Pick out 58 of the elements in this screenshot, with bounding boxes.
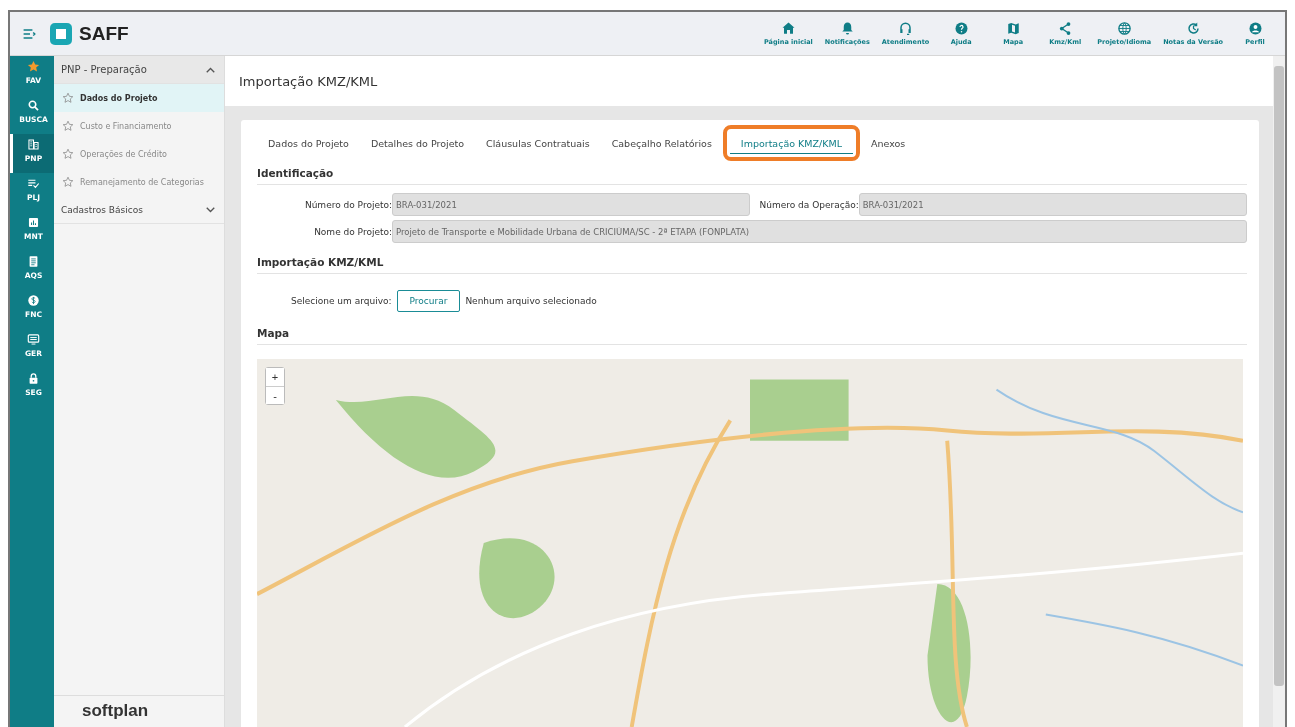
menu-group-header[interactable]: Cadastros Básicos <box>54 196 224 224</box>
company-logo: softplan <box>54 695 224 727</box>
zoom-out-button[interactable]: - <box>266 386 284 404</box>
menu-group-title: Cadastros Básicos <box>61 204 143 215</box>
section-title: Importação KMZ/KML <box>257 247 1247 274</box>
tab[interactable]: Cabeçalho Relatórios <box>600 133 723 153</box>
chevron-down-icon <box>206 206 215 213</box>
history-icon <box>1185 21 1201 36</box>
tab[interactable]: Anexos <box>859 133 917 153</box>
file-status-text: Nenhum arquivo selecionado <box>465 296 597 306</box>
map-icon <box>1005 21 1021 36</box>
star-outline-icon[interactable] <box>62 92 74 104</box>
menu-group-header[interactable]: PNP - Preparação <box>54 56 224 84</box>
field-label: Nome do Projeto: <box>313 226 392 237</box>
menu-group-title: PNP - Preparação <box>61 64 147 75</box>
star-outline-icon[interactable] <box>62 148 74 160</box>
tab[interactable]: Cláusulas Contratuais <box>475 133 601 153</box>
field-label: Selecione um arquivo: <box>291 296 392 306</box>
menu-item[interactable]: Dados do Projeto <box>54 84 224 112</box>
building-icon <box>27 138 40 151</box>
tab[interactable]: Dados do Projeto <box>257 133 360 153</box>
menu-item[interactable]: Remanejamento de Categorias <box>54 168 224 196</box>
field-label: Número da Operação: <box>759 199 859 210</box>
section-title: Mapa <box>257 318 1247 345</box>
page-title: Importação KMZ/KML <box>239 73 378 89</box>
search-icon <box>27 99 40 112</box>
star-outline-icon[interactable] <box>62 120 74 132</box>
menu-item-label: Remanejamento de Categorias <box>80 177 204 187</box>
headset-icon <box>898 21 913 36</box>
map-drawing[interactable] <box>257 359 1243 727</box>
padlock-icon <box>27 372 40 385</box>
home-icon <box>780 21 796 36</box>
browse-button[interactable]: Procurar <box>396 290 461 312</box>
field-label: Número do Projeto: <box>303 199 392 210</box>
app-name: SAFF <box>79 22 129 45</box>
user-icon <box>1247 21 1263 36</box>
monitor-icon <box>27 333 40 346</box>
bar-chart-icon <box>27 216 40 229</box>
dollar-coin-icon <box>27 294 40 307</box>
menu-item[interactable]: Operações de Crédito <box>54 140 224 168</box>
share-icon <box>1057 21 1073 36</box>
menu-item-label: Custo e Financiamento <box>80 121 172 131</box>
scrollbar[interactable] <box>1273 56 1285 727</box>
tab[interactable]: Importação KMZ/KML <box>729 134 853 154</box>
menu-item-label: Operações de Crédito <box>80 149 167 159</box>
star-outline-icon[interactable] <box>62 176 74 188</box>
section-title: Identificação <box>257 158 1247 185</box>
menu-item[interactable]: Custo e Financiamento <box>54 112 224 140</box>
document-icon <box>27 255 40 268</box>
chevron-up-icon <box>206 66 215 73</box>
star-icon <box>27 60 40 73</box>
help-icon <box>953 21 969 36</box>
app-logo-icon <box>50 22 72 45</box>
bell-icon <box>839 21 855 36</box>
globe-icon <box>1116 21 1132 36</box>
checklist-icon <box>27 177 40 190</box>
tab[interactable]: Detalhes do Projeto <box>359 133 476 153</box>
menu-item-label: Dados do Projeto <box>80 93 158 103</box>
